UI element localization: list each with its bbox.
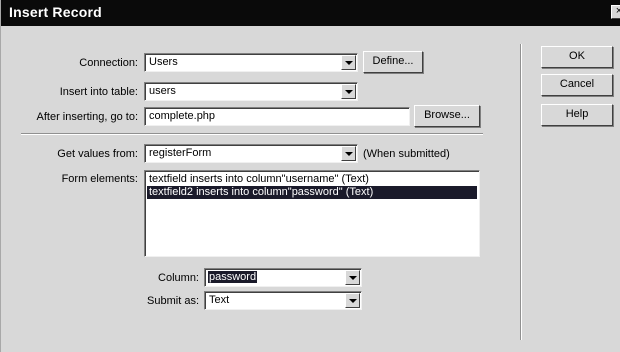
table-value: users [149, 85, 176, 97]
insert-record-dialog: Insert Record × Connection: Users Define… [0, 0, 620, 352]
submit-as-value: Text [209, 294, 230, 306]
column-value: password [208, 271, 258, 283]
vertical-divider [520, 44, 522, 340]
table-label: Insert into table: [59, 86, 138, 98]
form-elements-label: Form elements: [61, 173, 138, 185]
help-button[interactable]: Help [541, 104, 613, 126]
chevron-down-icon[interactable] [345, 270, 360, 285]
dialog-title: Insert Record [9, 4, 102, 20]
get-values-value: registerForm [149, 147, 212, 159]
define-button[interactable]: Define... [363, 51, 423, 73]
column-label: Column: [158, 272, 199, 284]
chevron-down-icon[interactable] [345, 293, 360, 308]
connection-value: Users [149, 56, 178, 68]
column-select[interactable]: password [204, 268, 362, 287]
after-inserting-value: complete.php [149, 110, 216, 122]
connection-select[interactable]: Users [144, 53, 358, 72]
list-item[interactable]: textfield inserts into column"username" … [147, 173, 477, 186]
browse-button[interactable]: Browse... [414, 105, 480, 127]
divider [21, 133, 483, 135]
get-values-label: Get values from: [57, 148, 138, 160]
ok-button[interactable]: OK [541, 46, 613, 68]
after-inserting-input[interactable]: complete.php [144, 107, 410, 126]
submit-as-label: Submit as: [147, 295, 199, 307]
chevron-down-icon[interactable] [341, 84, 356, 99]
after-inserting-label: After inserting, go to: [36, 111, 139, 123]
title-bar: Insert Record × [1, 0, 620, 26]
chevron-down-icon[interactable] [341, 55, 356, 70]
cancel-button[interactable]: Cancel [541, 74, 613, 96]
submit-as-select[interactable]: Text [204, 291, 362, 310]
connection-label: Connection: [79, 57, 138, 69]
get-values-select[interactable]: registerForm [144, 144, 358, 163]
form-elements-list[interactable]: textfield inserts into column"username" … [144, 170, 480, 257]
table-select[interactable]: users [144, 82, 358, 101]
when-submitted-note: (When submitted) [363, 148, 450, 160]
list-item[interactable]: textfield2 inserts into column"password"… [147, 186, 477, 199]
close-icon[interactable]: × [611, 5, 620, 19]
chevron-down-icon[interactable] [341, 146, 356, 161]
